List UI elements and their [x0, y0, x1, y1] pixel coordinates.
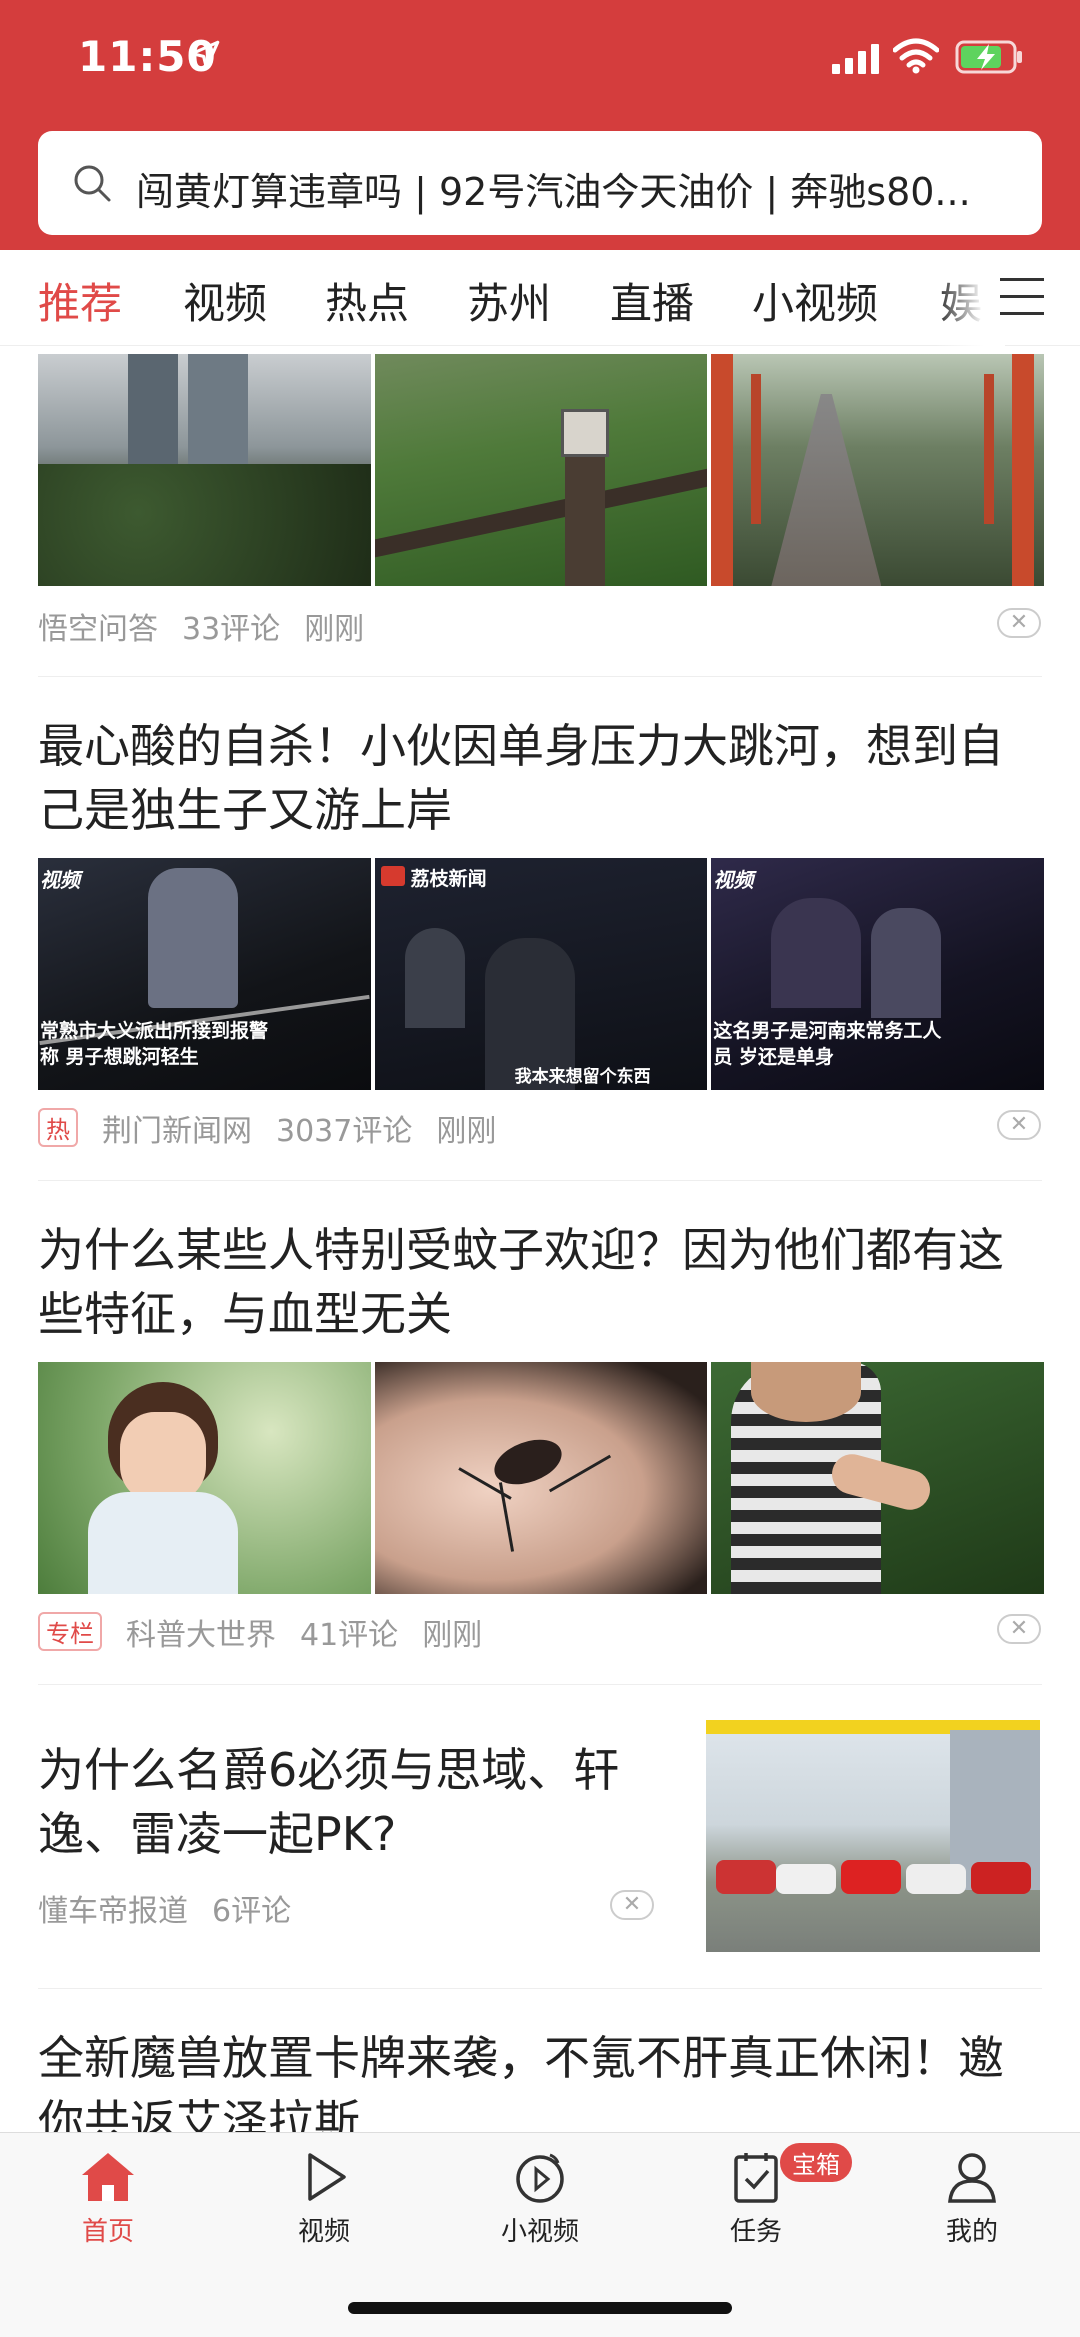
- article-1-images: [38, 354, 1045, 586]
- thumb-cars-parking: [706, 1720, 1040, 1952]
- tab-hot[interactable]: 热点: [325, 270, 409, 331]
- thumb-fence-plants: [374, 354, 708, 586]
- thumb-label: 视频: [40, 868, 80, 892]
- user-icon: [948, 2153, 996, 2203]
- article-source: 悟空问答: [38, 612, 158, 647]
- article-comments: 33评论: [182, 612, 281, 647]
- article-title[interactable]: 为什么名爵6必须与思域、轩逸、雷凌一起PK?: [38, 1738, 638, 1866]
- thumb-buildings: [38, 354, 371, 586]
- search-bar[interactable]: 闯黄灯算违章吗 | 92号汽油今天油价 | 奔驰s80...: [38, 131, 1042, 235]
- column-tag: 专栏: [38, 1612, 102, 1651]
- dislike-close-icon[interactable]: ✕: [997, 1614, 1041, 1644]
- dislike-close-icon[interactable]: ✕: [610, 1890, 654, 1920]
- article-source: 荆门新闻网: [102, 1114, 252, 1149]
- play-icon: [308, 2153, 346, 2201]
- nav-label: 视频: [297, 2217, 350, 2247]
- tab-recommend[interactable]: 推荐: [38, 270, 122, 331]
- nav-label: 任务: [729, 2217, 782, 2247]
- article-2-images: 视频 常熟市大义派出所接到报警称 男子想跳河轻生 荔枝新闻 我本来想留个东西 视…: [38, 858, 1045, 1090]
- article-title[interactable]: 为什么某些人特别受蚊子欢迎？因为他们都有这些特征，与血型无关: [38, 1218, 1028, 1346]
- channel-menu-icon[interactable]: [1000, 278, 1044, 318]
- article-source: 科普大世界: [126, 1618, 276, 1653]
- nav-label: 小视频: [500, 2217, 579, 2247]
- thumb-girl-arm: [711, 1362, 1045, 1594]
- cellular-signal-icon: [832, 44, 879, 74]
- article-comments: 3037评论: [276, 1114, 413, 1149]
- home-icon: [82, 2153, 134, 2201]
- dislike-close-icon[interactable]: ✕: [997, 608, 1041, 638]
- nav-profile[interactable]: 我的: [902, 2149, 1042, 2248]
- thumb-subtitle: 常熟市大义派出所接到报警称 男子想跳河轻生: [40, 1020, 269, 1068]
- wifi-icon: [893, 38, 939, 74]
- article-1-meta: 悟空问答 33评论 刚刚: [38, 604, 388, 648]
- divider: [38, 1180, 1042, 1181]
- tabs-fade: [935, 250, 1005, 346]
- app-header: 11:50 闯黄灯算违章吗 | 92号汽油今天油价 | 奔驰s80...: [0, 0, 1080, 250]
- thumb-video-bridge: 视频 这名男子是河南来常务工人员 岁还是单身: [711, 858, 1045, 1090]
- article-title[interactable]: 最心酸的自杀！小伙因单身压力大跳河，想到自己是独生子又游上岸: [38, 714, 1028, 842]
- article-2-meta: 热荆门新闻网 3037评论 刚刚: [38, 1106, 520, 1150]
- location-arrow-icon: [190, 40, 220, 70]
- article-3-images: [38, 1362, 1045, 1594]
- nav-label: 我的: [945, 2217, 998, 2247]
- divider: [38, 676, 1042, 677]
- thumb-video-police: 视频 常熟市大义派出所接到报警称 男子想跳河轻生: [38, 858, 371, 1090]
- dislike-close-icon[interactable]: ✕: [997, 1110, 1041, 1140]
- short-video-icon: [516, 2153, 564, 2203]
- tab-live[interactable]: 直播: [610, 270, 694, 331]
- tab-video[interactable]: 视频: [183, 270, 267, 331]
- search-icon: [74, 165, 111, 202]
- treasure-badge: 宝箱: [780, 2143, 852, 2182]
- article-time: 刚刚: [304, 612, 365, 647]
- hot-tag: 热: [38, 1108, 78, 1147]
- thumb-boardwalk: [711, 354, 1045, 586]
- thumb-child: [38, 1362, 371, 1594]
- thumb-mosquito: [374, 1362, 708, 1594]
- search-query: 闯黄灯算违章吗 | 92号汽油今天油价 | 奔驰s80...: [136, 170, 971, 214]
- thumb-label: 视频: [713, 868, 754, 892]
- divider: [38, 1988, 1042, 1989]
- status-bar: 11:50: [0, 0, 1080, 120]
- nav-label: 首页: [81, 2217, 134, 2247]
- battery-charging-icon: [955, 40, 1022, 74]
- nav-video[interactable]: 视频: [254, 2149, 394, 2248]
- article-comments: 41评论: [300, 1618, 399, 1653]
- article-source: 懂车帝报道: [38, 1894, 188, 1929]
- tab-short-video[interactable]: 小视频: [752, 270, 878, 331]
- article-time: 刚刚: [436, 1114, 497, 1149]
- nav-short-video[interactable]: 小视频: [470, 2149, 610, 2248]
- nav-home[interactable]: 首页: [38, 2149, 178, 2248]
- article-3-meta: 专栏 科普大世界 41评论 刚刚: [38, 1610, 506, 1654]
- thumb-video-crowd: 荔枝新闻 我本来想留个东西: [374, 858, 708, 1090]
- article-4-meta: 懂车帝报道 6评论: [38, 1886, 315, 1930]
- thumb-label: 荔枝新闻: [410, 868, 487, 890]
- thumb-subtitle: 这名男子是河南来常务工人员 岁还是单身: [713, 1020, 942, 1068]
- home-indicator[interactable]: [348, 2302, 732, 2314]
- thumb-subtitle: 我本来想留个东西: [514, 1067, 651, 1087]
- divider: [38, 1684, 1042, 1685]
- article-time: 刚刚: [422, 1618, 483, 1653]
- channel-tabs: 推荐 视频 热点 苏州 直播 小视频 娱: [0, 250, 1080, 346]
- article-comments: 6评论: [212, 1894, 292, 1929]
- task-checklist-icon: [734, 2153, 778, 2203]
- tab-suzhou[interactable]: 苏州: [467, 270, 551, 331]
